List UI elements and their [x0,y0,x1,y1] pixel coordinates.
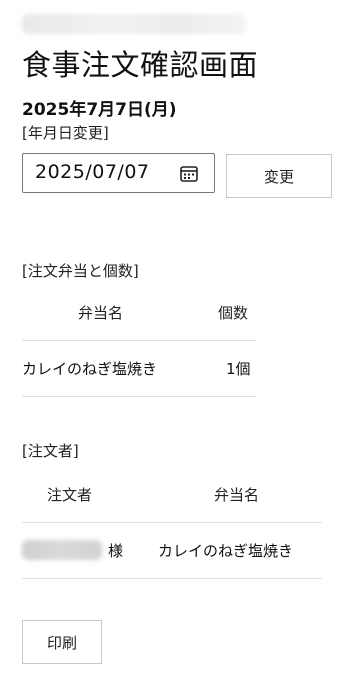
orderer-row-bento: カレイのねぎ塩焼き [158,542,294,560]
date-input[interactable]: 2025/07/07 [22,153,215,193]
page-title: 食事注文確認画面 [22,48,259,82]
blurred-header-text [22,14,246,34]
orders-row-count: 1個 [226,360,251,378]
orders-row-bento: カレイのねぎ塩焼き [22,360,158,378]
change-date-button[interactable]: 変更 [226,154,332,198]
date-change-label: [年月日変更] [22,124,109,142]
current-date: 2025年7月7日(月) [22,100,177,120]
orders-row-divider [22,396,256,397]
print-button[interactable]: 印刷 [22,620,102,664]
orders-header-count: 個数 [218,304,249,322]
orderer-header-divider [22,522,322,523]
date-input-value: 2025/07/07 [35,161,150,183]
orderer-row-divider [22,578,322,579]
orderer-section-label: [注文者] [22,442,79,460]
calendar-icon[interactable] [180,165,198,182]
orderer-row-honorific: 様 [108,542,124,560]
orders-header-divider [22,340,256,341]
blurred-orderer-name [22,540,102,560]
orderer-header-bento: 弁当名 [214,486,260,504]
orderer-header-name: 注文者 [47,486,93,504]
orders-header-bento: 弁当名 [78,304,124,322]
orders-section-label: [注文弁当と個数] [22,262,139,280]
